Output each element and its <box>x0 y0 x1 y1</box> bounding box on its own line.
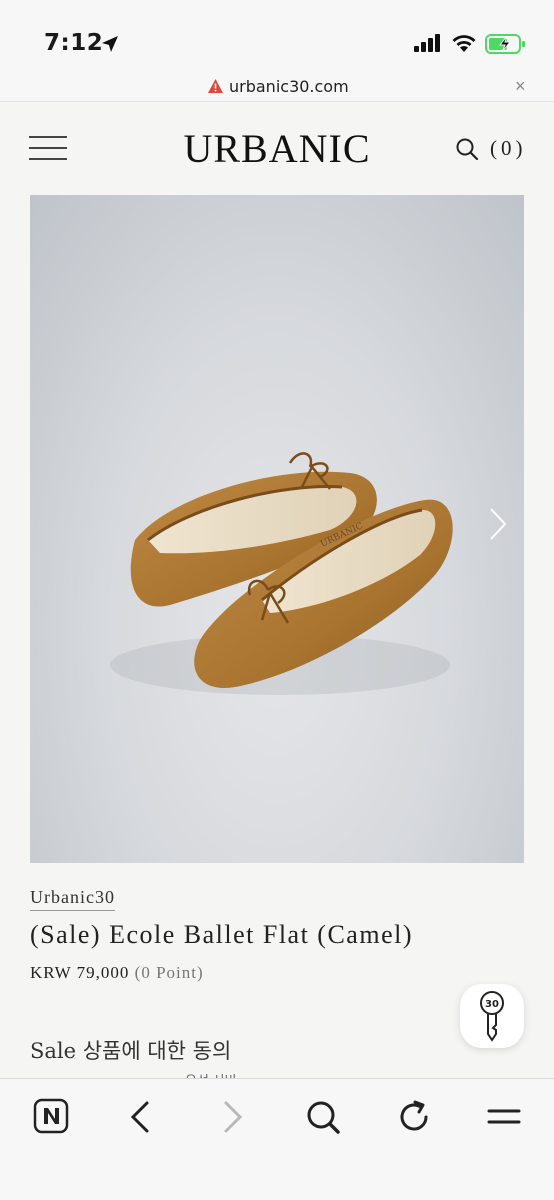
product-price: KRW 79,000 <box>30 963 130 982</box>
cart-count[interactable]: (0) <box>490 136 527 161</box>
battery-charging-icon <box>485 34 525 54</box>
close-icon[interactable]: × <box>515 76 526 97</box>
site-header: URBANIC (0) <box>0 103 554 193</box>
price-row: KRW 79,000 (0 Point) <box>30 963 204 983</box>
search-icon[interactable] <box>455 137 479 161</box>
url-text[interactable]: urbanic30.com <box>229 77 349 96</box>
sale-consent-extra: 우선 서비 <box>185 1070 236 1078</box>
cellular-signal-icon <box>414 34 440 52</box>
reload-icon[interactable] <box>394 1097 434 1137</box>
location-arrow-icon <box>102 36 118 52</box>
product-image[interactable]: URBANIC <box>30 195 524 863</box>
forward-arrow-icon[interactable] <box>213 1097 253 1137</box>
chevron-right-icon[interactable] <box>488 507 508 541</box>
floating-key-button[interactable]: 30 <box>460 984 524 1048</box>
status-time: 7:12 <box>44 30 104 56</box>
sale-consent-text: Sale 상품에 대한 동의 <box>30 1039 232 1063</box>
key-label: 30 <box>485 999 499 1010</box>
menu-icon[interactable] <box>484 1097 524 1137</box>
product-title: (Sale) Ecole Ballet Flat (Camel) <box>30 920 413 949</box>
brand-link[interactable]: Urbanic30 <box>30 887 115 911</box>
naver-n-icon[interactable] <box>32 1097 72 1137</box>
status-bar: 7:12 <box>0 0 554 72</box>
ballet-flats-image: URBANIC <box>110 452 453 695</box>
address-bar[interactable]: urbanic30.com × <box>0 72 554 102</box>
browser-toolbar <box>0 1078 554 1200</box>
back-arrow-icon[interactable] <box>121 1097 161 1137</box>
wifi-icon <box>452 35 476 52</box>
warning-triangle-icon <box>208 79 223 93</box>
product-points: (0 Point) <box>134 963 204 982</box>
toolbar-search-icon[interactable] <box>303 1097 343 1137</box>
key-30-icon: 30 <box>480 991 504 1042</box>
